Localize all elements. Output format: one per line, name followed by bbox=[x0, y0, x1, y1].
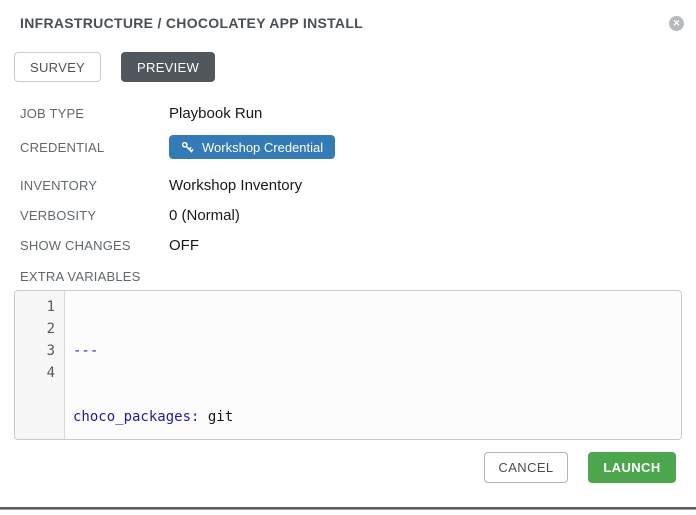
show-changes-label: SHOW CHANGES bbox=[20, 238, 169, 253]
code-line: choco_packages: git bbox=[73, 406, 681, 428]
tab-bar: SURVEY PREVIEW bbox=[14, 52, 696, 82]
code-line: --- bbox=[73, 340, 681, 362]
page-edge-divider bbox=[0, 507, 696, 510]
line-number: 1 bbox=[15, 296, 55, 318]
verbosity-label: VERBOSITY bbox=[20, 208, 169, 223]
credential-row: CREDENTIAL Workshop Credential bbox=[20, 135, 676, 159]
extra-variables-label: EXTRA VARIABLES bbox=[20, 269, 696, 284]
verbosity-row: VERBOSITY 0 (Normal) bbox=[20, 206, 676, 224]
credential-tag[interactable]: Workshop Credential bbox=[169, 135, 335, 159]
yaml-key: choco_packages: bbox=[73, 409, 199, 425]
job-type-value: Playbook Run bbox=[169, 105, 262, 122]
tab-preview[interactable]: PREVIEW bbox=[121, 52, 215, 82]
close-glyph: ✕ bbox=[673, 19, 681, 28]
inventory-value: Workshop Inventory bbox=[169, 177, 302, 194]
tab-survey-label: SURVEY bbox=[30, 60, 85, 75]
launch-button[interactable]: LAUNCH bbox=[588, 452, 676, 483]
yaml-doc-start: --- bbox=[73, 343, 98, 359]
tab-survey[interactable]: SURVEY bbox=[14, 52, 101, 82]
modal-header: INFRASTRUCTURE / CHOCOLATEY APP INSTALL … bbox=[0, 0, 696, 31]
modal-title: INFRASTRUCTURE / CHOCOLATEY APP INSTALL bbox=[20, 15, 363, 31]
line-number: 4 bbox=[15, 362, 55, 384]
credential-tag-label: Workshop Credential bbox=[202, 140, 323, 155]
verbosity-value: 0 (Normal) bbox=[169, 207, 240, 224]
inventory-label: INVENTORY bbox=[20, 178, 169, 193]
line-number: 2 bbox=[15, 318, 55, 340]
key-icon bbox=[181, 141, 194, 154]
editor-code-area[interactable]: --- choco_packages: git app_state: prese… bbox=[65, 291, 681, 439]
yaml-value: git bbox=[199, 409, 233, 425]
job-type-row: JOB TYPE Playbook Run bbox=[20, 104, 676, 122]
credential-label: CREDENTIAL bbox=[20, 140, 169, 155]
job-type-label: JOB TYPE bbox=[20, 106, 169, 121]
modal-footer: CANCEL LAUNCH bbox=[484, 452, 676, 483]
cancel-button[interactable]: CANCEL bbox=[484, 452, 568, 483]
close-icon[interactable]: ✕ bbox=[669, 16, 684, 31]
line-number: 3 bbox=[15, 340, 55, 362]
editor-line-numbers: 1 2 3 4 bbox=[15, 291, 65, 439]
job-launch-preview-modal: INFRASTRUCTURE / CHOCOLATEY APP INSTALL … bbox=[0, 0, 696, 515]
show-changes-value: OFF bbox=[169, 237, 199, 254]
extra-variables-editor[interactable]: 1 2 3 4 --- choco_packages: git app_stat… bbox=[14, 290, 682, 440]
tab-preview-label: PREVIEW bbox=[137, 60, 199, 75]
job-details: JOB TYPE Playbook Run CREDENTIAL Worksho… bbox=[20, 104, 676, 254]
show-changes-row: SHOW CHANGES OFF bbox=[20, 236, 676, 254]
inventory-row: INVENTORY Workshop Inventory bbox=[20, 176, 676, 194]
